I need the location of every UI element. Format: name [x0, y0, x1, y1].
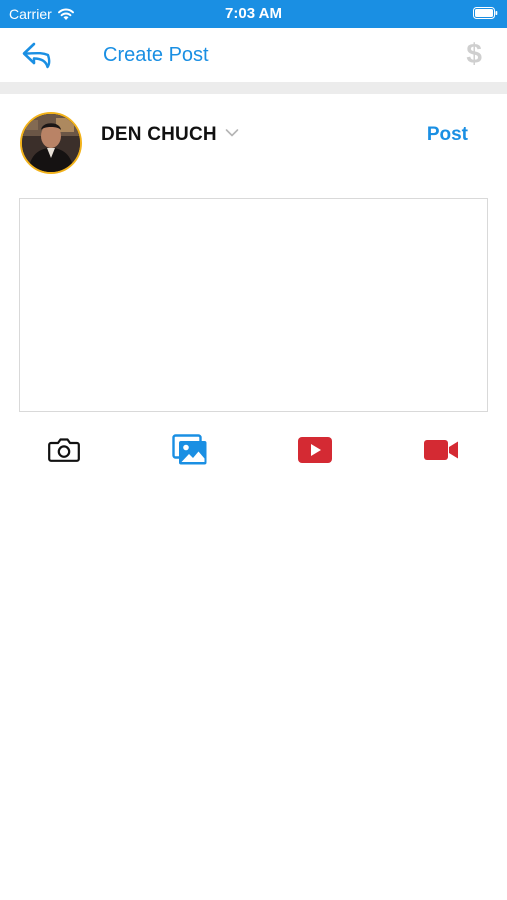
post-button[interactable]: Post [427, 124, 468, 146]
status-bar: Carrier 7:03 AM [0, 0, 507, 28]
author-name[interactable]: DEN CHUCH [101, 124, 217, 146]
photo-gallery-icon [172, 434, 207, 465]
avatar-image [22, 114, 80, 172]
nav-bar: Create Post $ [0, 28, 507, 82]
nav-separator [0, 82, 507, 94]
status-time: 7:03 AM [225, 5, 282, 22]
video-camera-icon [424, 440, 458, 460]
battery-icon [473, 7, 498, 19]
camera-icon [48, 438, 80, 462]
dollar-icon[interactable]: $ [466, 38, 482, 70]
camera-button[interactable] [44, 432, 84, 468]
page-title: Create Post [103, 44, 209, 66]
video-camera-button[interactable] [421, 432, 461, 468]
youtube-button[interactable] [295, 432, 335, 468]
photo-gallery-button[interactable] [170, 432, 210, 468]
back-icon[interactable] [22, 41, 52, 69]
post-text-input[interactable] [19, 198, 488, 412]
chevron-down-icon[interactable] [225, 128, 239, 138]
avatar[interactable] [20, 112, 82, 174]
youtube-icon [298, 437, 332, 463]
